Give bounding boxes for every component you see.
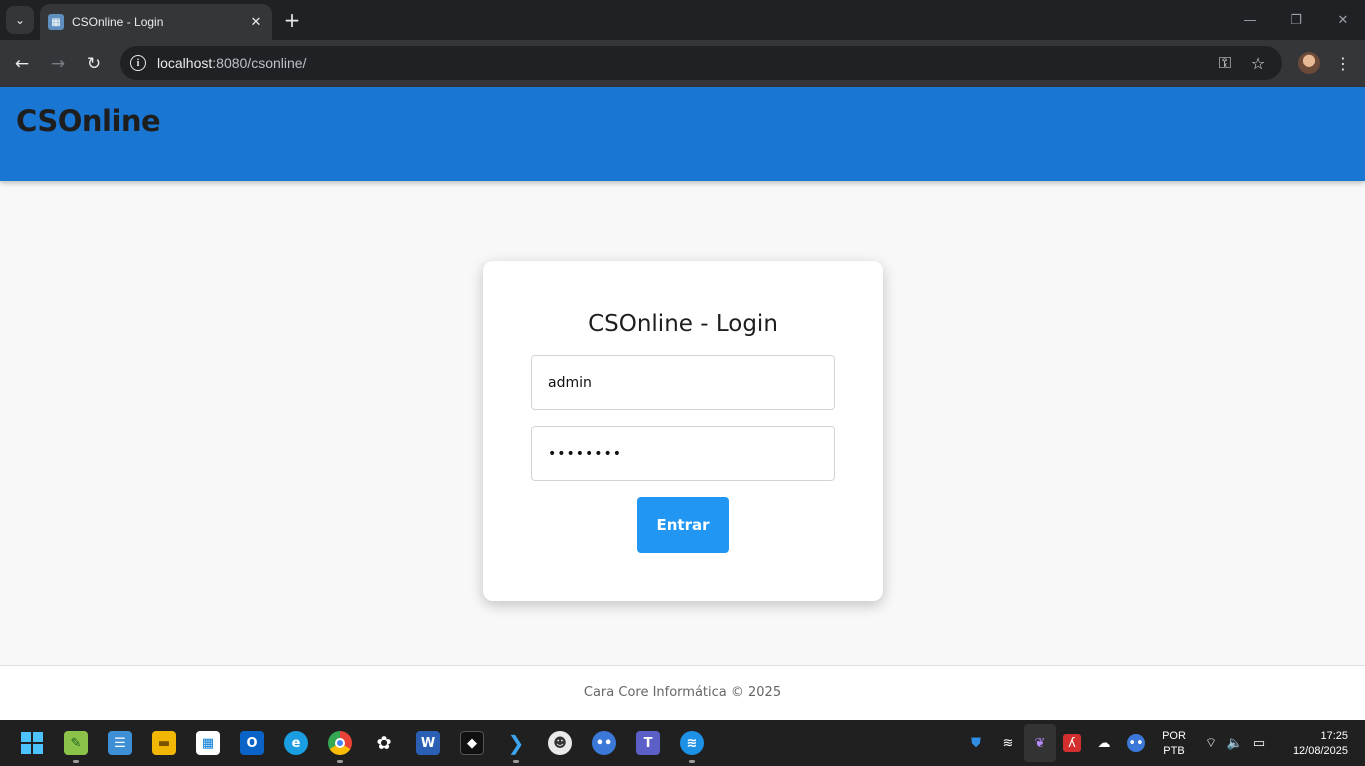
window-minimize-icon[interactable]: —	[1238, 8, 1262, 32]
tab-title: CSOnline - Login	[72, 15, 164, 29]
login-title: CSOnline - Login	[588, 311, 778, 337]
window-close-icon[interactable]: ✕	[1331, 8, 1355, 32]
login-submit-button[interactable]: Entrar	[637, 497, 729, 553]
page-footer: Cara Core Informática © 2025	[0, 665, 1365, 720]
defender-shield-icon[interactable]: ⛊	[967, 734, 985, 752]
battery-icon[interactable]: ▭	[1250, 734, 1268, 752]
browser-toolbar: ← → ↻ i localhost:8080/csonline/ ⚿ ☆ ⋮	[0, 40, 1365, 87]
site-info-icon[interactable]: i	[130, 55, 146, 71]
vscode-icon[interactable]: ❯	[504, 731, 528, 755]
app-header: CSOnline	[0, 87, 1365, 181]
login-card: CSOnline - Login Entrar	[483, 261, 883, 601]
file-explorer-icon[interactable]: ▬	[152, 731, 176, 755]
microsoft-store-icon[interactable]: ▦	[196, 731, 220, 755]
teams-icon[interactable]: T	[636, 731, 660, 755]
username-input[interactable]	[531, 355, 835, 410]
new-tab-plus-icon[interactable]: +	[280, 8, 304, 32]
chrome-icon[interactable]	[328, 731, 352, 755]
browser-tab-active[interactable]: ▦ CSOnline - Login ✕	[40, 4, 272, 40]
docker-tray-icon[interactable]: ≋	[999, 734, 1017, 752]
reload-icon[interactable]: ↻	[80, 50, 108, 78]
chatgpt-icon[interactable]: ✿	[372, 731, 396, 755]
eclipse-icon[interactable]: ☻	[548, 731, 572, 755]
url-text[interactable]: localhost:8080/csonline/	[157, 55, 306, 71]
bookmark-star-icon[interactable]: ☆	[1247, 52, 1269, 74]
profile-avatar[interactable]	[1298, 52, 1320, 74]
window-restore-icon[interactable]: ❐	[1284, 8, 1308, 32]
notepad-plus-icon[interactable]: ✎	[64, 731, 88, 755]
password-key-icon[interactable]: ⚿	[1214, 52, 1236, 74]
password-input[interactable]	[531, 426, 835, 481]
running-indicator	[689, 760, 695, 763]
back-arrow-icon[interactable]: ←	[8, 50, 36, 78]
onedrive-cloud-icon[interactable]: ☁	[1095, 734, 1113, 752]
docker-icon[interactable]: ≋	[680, 731, 704, 755]
edge-icon[interactable]: e	[284, 731, 308, 755]
cube-app-icon[interactable]: ◆	[460, 731, 484, 755]
dots-tray-icon[interactable]: ••	[1127, 734, 1145, 752]
browser-menu-icon[interactable]: ⋮	[1333, 50, 1353, 76]
running-indicator	[73, 760, 79, 763]
outlook-icon[interactable]: O	[240, 731, 264, 755]
start-icon[interactable]	[20, 731, 44, 755]
acrobat-icon[interactable]: ʎ	[1063, 734, 1081, 752]
word-icon[interactable]: W	[416, 731, 440, 755]
system-clock[interactable]: 17:25 12/08/2025	[1276, 729, 1348, 759]
address-bar[interactable]: i localhost:8080/csonline/ ⚿ ☆	[120, 46, 1282, 80]
app-title: CSOnline	[16, 104, 161, 138]
feather-icon[interactable]: ❦	[1031, 734, 1049, 752]
tab-close-icon[interactable]: ✕	[246, 12, 266, 32]
language-indicator[interactable]: POR PTB	[1158, 729, 1190, 759]
notepad-icon[interactable]: ☰	[108, 731, 132, 755]
forward-arrow-icon[interactable]: →	[44, 50, 72, 78]
windows-taskbar: ✎ ☰ ▬ ▦ O e ✿ W ◆ ❯ ☻ •• T ≋ ⛊ ≋ ❦ ʎ ☁ •…	[0, 720, 1365, 766]
footer-copyright: Cara Core Informática © 2025	[583, 685, 782, 700]
running-indicator	[513, 760, 519, 763]
browser-tabstrip: ⌄ ▦ CSOnline - Login ✕ + — ❐ ✕	[0, 0, 1365, 40]
running-indicator	[337, 760, 343, 763]
wifi-icon[interactable]: ⌔	[1202, 734, 1220, 752]
volume-icon[interactable]: 🔈	[1226, 734, 1244, 752]
tab-search-chevron-icon[interactable]: ⌄	[6, 6, 34, 34]
dots-app-icon[interactable]: ••	[592, 731, 616, 755]
tab-favicon-icon: ▦	[48, 14, 64, 30]
